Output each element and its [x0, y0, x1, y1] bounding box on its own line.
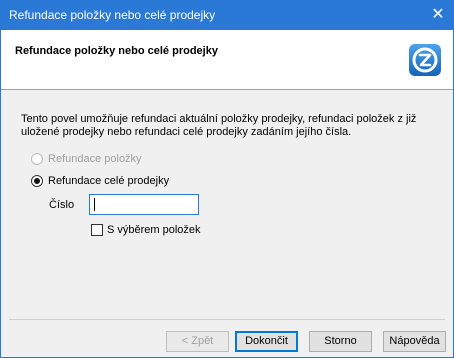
- page-title: Refundace položky nebo celé prodejky: [15, 45, 218, 57]
- radio-circle[interactable]: [31, 153, 43, 165]
- description-text: Tento povel umožňuje refundaci aktuální …: [21, 113, 417, 138]
- select-items-checkbox[interactable]: S výběrem položek: [91, 224, 201, 236]
- window-title: Refundace položky nebo celé prodejky: [9, 8, 216, 22]
- checkbox-box[interactable]: [91, 224, 103, 236]
- radio-dot: [34, 178, 40, 184]
- number-input[interactable]: [89, 194, 199, 215]
- back-button[interactable]: < Zpět: [166, 331, 229, 352]
- select-items-checkbox-label: S výběrem položek: [107, 224, 201, 236]
- refund-wizard-window: Refundace položky nebo celé prodejky ✕ R…: [0, 0, 454, 358]
- wizard-header: Refundace položky nebo celé prodejky: [1, 30, 453, 90]
- finish-button[interactable]: Dokončit: [235, 331, 298, 352]
- text-caret: [94, 198, 95, 211]
- close-icon[interactable]: ✕: [423, 1, 453, 30]
- radio-refund-whole[interactable]: Refundace celé prodejky: [31, 175, 169, 187]
- radio-refund-item-label: Refundace položky: [48, 153, 142, 165]
- help-button[interactable]: Nápověda: [383, 331, 446, 352]
- radio-refund-item[interactable]: Refundace položky: [31, 153, 142, 165]
- footer-divider: [9, 319, 445, 320]
- radio-refund-whole-label: Refundace celé prodejky: [48, 175, 170, 187]
- cancel-button[interactable]: Storno: [309, 331, 372, 352]
- radio-circle-selected[interactable]: [31, 175, 43, 187]
- number-label: Číslo: [49, 199, 75, 211]
- title-bar[interactable]: Refundace položky nebo celé prodejky ✕: [1, 1, 453, 30]
- z-logo-icon: [409, 44, 441, 76]
